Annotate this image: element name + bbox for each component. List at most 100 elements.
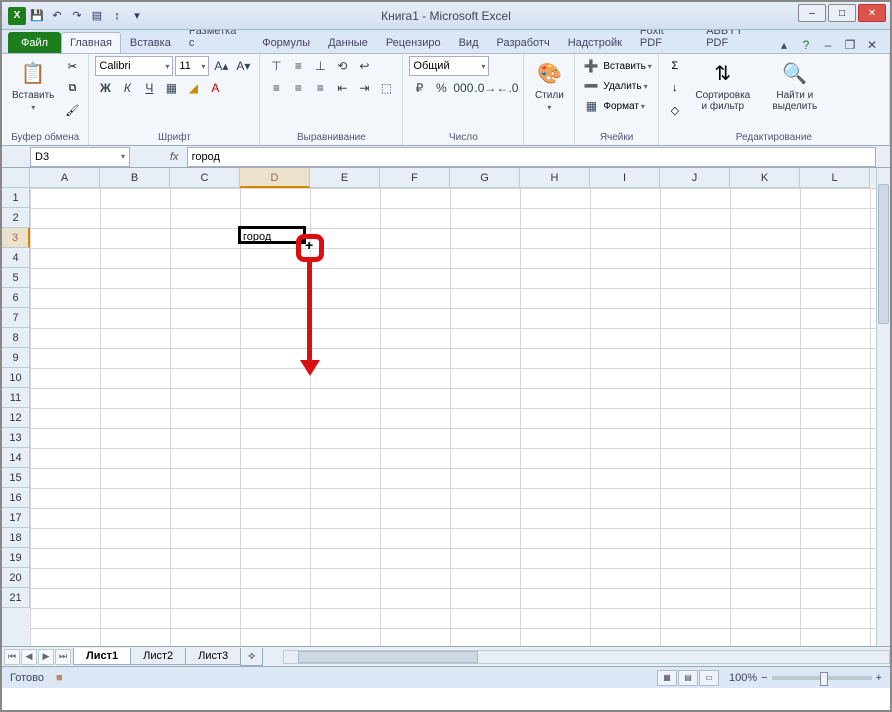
redo-icon[interactable]: ↷ (68, 7, 86, 25)
comma-icon[interactable]: 000 (453, 78, 473, 98)
tab-formulas[interactable]: Формулы (253, 32, 319, 53)
currency-icon[interactable]: ₽ (409, 78, 429, 98)
insert-cells-button[interactable]: ➕Вставить▾ (581, 56, 651, 76)
row-header-20[interactable]: 20 (2, 568, 30, 588)
align-top-icon[interactable]: ⊤ (266, 56, 286, 76)
save-icon[interactable]: 💾 (28, 7, 46, 25)
row-header-16[interactable]: 16 (2, 488, 30, 508)
cut-icon[interactable]: ✂ (62, 56, 82, 76)
worksheet-grid[interactable]: ABCDEFGHIJKL 123456789101112131415161718… (2, 168, 890, 646)
align-left-icon[interactable]: ≡ (266, 78, 286, 98)
row-header-4[interactable]: 4 (2, 248, 30, 268)
vertical-scrollbar[interactable] (876, 168, 890, 646)
grow-font-icon[interactable]: A▴ (211, 56, 231, 76)
column-header-a[interactable]: A (30, 168, 100, 188)
orientation-icon[interactable]: ⟲ (332, 56, 352, 76)
find-select-button[interactable]: 🔍 Найти и выделить (761, 56, 829, 114)
sheet-tab-3[interactable]: Лист3 (185, 648, 241, 665)
active-cell-d3[interactable]: город (238, 226, 306, 244)
row-header-6[interactable]: 6 (2, 288, 30, 308)
row-header-19[interactable]: 19 (2, 548, 30, 568)
column-header-f[interactable]: F (380, 168, 450, 188)
mdi-close-icon[interactable]: ✕ (864, 37, 880, 53)
percent-icon[interactable]: % (431, 78, 451, 98)
tab-developer[interactable]: Разработч (488, 32, 559, 53)
filter-icon[interactable]: ▤ (88, 7, 106, 25)
paste-button[interactable]: 📋 Вставить ▾ (8, 56, 58, 114)
zoom-in-button[interactable]: + (876, 672, 882, 684)
row-header-1[interactable]: 1 (2, 188, 30, 208)
row-header-13[interactable]: 13 (2, 428, 30, 448)
tab-file[interactable]: Файл (8, 32, 61, 53)
row-header-18[interactable]: 18 (2, 528, 30, 548)
tab-home[interactable]: Главная (61, 32, 121, 53)
mdi-restore-icon[interactable]: ❐ (842, 37, 858, 53)
sheet-nav-prev-icon[interactable]: ◀ (21, 649, 37, 665)
row-header-10[interactable]: 10 (2, 368, 30, 388)
column-header-i[interactable]: I (590, 168, 660, 188)
row-header-14[interactable]: 14 (2, 448, 30, 468)
column-header-h[interactable]: H (520, 168, 590, 188)
font-color-icon[interactable]: A (205, 78, 225, 98)
border-icon[interactable]: ▦ (161, 78, 181, 98)
column-header-l[interactable]: L (800, 168, 870, 188)
horizontal-scrollbar[interactable] (283, 650, 890, 664)
sheet-nav-last-icon[interactable]: ⏭ (55, 649, 71, 665)
macro-record-icon[interactable]: ■ (56, 672, 63, 684)
minimize-button[interactable]: – (798, 4, 826, 22)
column-header-d[interactable]: D (240, 168, 310, 188)
row-header-9[interactable]: 9 (2, 348, 30, 368)
row-header-17[interactable]: 17 (2, 508, 30, 528)
column-header-c[interactable]: C (170, 168, 240, 188)
row-header-15[interactable]: 15 (2, 468, 30, 488)
row-header-3[interactable]: 3 (2, 228, 30, 248)
row-header-5[interactable]: 5 (2, 268, 30, 288)
styles-button[interactable]: 🎨 Стили ▾ (530, 56, 568, 114)
view-layout-icon[interactable]: ▤ (678, 670, 698, 686)
sheet-nav-next-icon[interactable]: ▶ (38, 649, 54, 665)
tab-review[interactable]: Рецензиро (377, 32, 450, 53)
help-icon[interactable]: ? (798, 37, 814, 53)
view-pagebreak-icon[interactable]: ▭ (699, 670, 719, 686)
shrink-font-icon[interactable]: A▾ (233, 56, 253, 76)
row-header-12[interactable]: 12 (2, 408, 30, 428)
number-format-select[interactable]: Общий▾ (409, 56, 489, 76)
autosum-icon[interactable]: Σ (665, 56, 685, 76)
column-header-e[interactable]: E (310, 168, 380, 188)
row-header-21[interactable]: 21 (2, 588, 30, 608)
format-painter-icon[interactable]: 🖌 (62, 100, 82, 120)
column-header-g[interactable]: G (450, 168, 520, 188)
vscroll-thumb[interactable] (878, 184, 889, 324)
tab-addins[interactable]: Надстройк (559, 32, 631, 53)
delete-cells-button[interactable]: ➖Удалить▾ (581, 76, 647, 96)
cells-area[interactable]: город + (30, 188, 876, 646)
fill-color-icon[interactable]: ◢ (183, 78, 203, 98)
qat-dropdown-icon[interactable]: ▾ (128, 7, 146, 25)
tab-data[interactable]: Данные (319, 32, 377, 53)
fill-icon[interactable]: ↓ (665, 78, 685, 98)
sheet-nav-first-icon[interactable]: ⏮ (4, 649, 20, 665)
decrease-decimal-icon[interactable]: ←.0 (497, 78, 517, 98)
zoom-slider[interactable] (772, 676, 872, 680)
tab-view[interactable]: Вид (450, 32, 488, 53)
column-header-b[interactable]: B (100, 168, 170, 188)
sheet-tab-2[interactable]: Лист2 (130, 648, 186, 665)
column-header-k[interactable]: K (730, 168, 800, 188)
minimize-ribbon-icon[interactable]: ▴ (776, 37, 792, 53)
align-center-icon[interactable]: ≡ (288, 78, 308, 98)
copy-icon[interactable]: ⧉ (62, 78, 82, 98)
zoom-level[interactable]: 100% (729, 672, 757, 684)
fill-handle[interactable] (299, 237, 306, 244)
undo-icon[interactable]: ↶ (48, 7, 66, 25)
row-header-2[interactable]: 2 (2, 208, 30, 228)
sheet-tab-1[interactable]: Лист1 (73, 648, 131, 665)
tab-insert[interactable]: Вставка (121, 32, 180, 53)
decrease-indent-icon[interactable]: ⇤ (332, 78, 352, 98)
row-header-7[interactable]: 7 (2, 308, 30, 328)
format-cells-button[interactable]: ▦Формат▾ (581, 96, 645, 116)
select-all-corner[interactable] (2, 168, 30, 188)
maximize-button[interactable]: □ (828, 4, 856, 22)
font-name-select[interactable]: Calibri▾ (95, 56, 173, 76)
align-right-icon[interactable]: ≡ (310, 78, 330, 98)
hscroll-thumb[interactable] (298, 651, 478, 663)
